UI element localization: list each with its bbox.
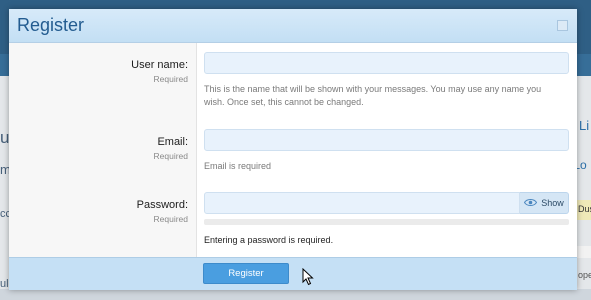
eye-icon	[524, 198, 538, 209]
password-label: Password:	[136, 199, 188, 211]
email-input[interactable]	[204, 129, 569, 151]
close-icon[interactable]	[557, 20, 568, 31]
password-required-hint: Required	[153, 214, 189, 224]
username-explain: This is the name that will be shown with…	[204, 83, 541, 109]
email-error: Email is required	[204, 161, 272, 171]
username-explain-line: This is the name that will be shown with…	[204, 84, 542, 94]
username-required-hint: Required	[153, 74, 189, 84]
background-text: Li	[579, 118, 590, 133]
dialog-header: Register	[9, 9, 577, 43]
password-strength-meter	[204, 219, 569, 225]
background-footer-strip	[0, 289, 591, 300]
dialog-title: Register	[17, 15, 85, 35]
background-text: ope	[578, 270, 591, 280]
show-password-label: Show	[541, 198, 564, 208]
dialog-footer: Register	[9, 257, 577, 290]
username-label: User name:	[131, 59, 188, 71]
email-label: Email:	[157, 136, 188, 148]
show-password-button[interactable]: Show	[520, 192, 569, 214]
username-input[interactable]	[204, 52, 569, 74]
register-button[interactable]: Register	[203, 263, 289, 284]
register-form: User name: Required Email: Required Pass…	[9, 43, 577, 257]
password-input[interactable]	[204, 192, 520, 214]
register-dialog: Register User name: Required Email: Requ…	[9, 9, 577, 290]
username-explain-line: wish. Once set, this cannot be changed.	[204, 97, 364, 107]
email-required-hint: Required	[153, 151, 189, 161]
background-text: Dus	[578, 204, 591, 214]
background-box	[576, 246, 591, 258]
password-error: Entering a password is required.	[204, 235, 334, 245]
label-column: User name: Required Email: Required Pass…	[9, 43, 197, 257]
mouse-pointer-icon	[302, 267, 314, 291]
